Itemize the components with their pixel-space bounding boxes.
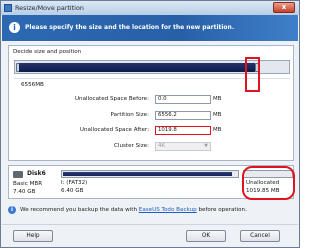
partition-size-input[interactable]: 6556.2 xyxy=(155,111,211,120)
partition-usage-fill xyxy=(63,172,232,176)
row-unallocated-after: Unallocated Space After: 1019.8 MB xyxy=(9,126,295,136)
partition-name: I: (FAT32) xyxy=(61,180,88,186)
unallocated-before-label: Unallocated Space Before: xyxy=(74,96,149,102)
unallocated-after-label: Unallocated Space After: xyxy=(79,127,149,133)
help-button[interactable]: Help xyxy=(13,230,53,242)
chevron-down-icon: ▼ xyxy=(204,143,208,149)
info-circle-icon: i xyxy=(9,22,20,33)
backup-notice: i We recommend you backup the data with … xyxy=(8,206,294,216)
row-unallocated-before: Unallocated Space Before: 0.0 MB xyxy=(9,95,295,105)
instruction-banner: i Please specify the size and the locati… xyxy=(2,15,298,41)
disk-size: 7.40 GB xyxy=(13,189,36,195)
partition-slider-fill xyxy=(19,63,255,72)
partition-size-label: Partition Size: xyxy=(110,112,149,118)
easeus-todo-backup-link[interactable]: EaseUS Todo Backup xyxy=(139,207,197,213)
row-partition-size: Partition Size: 6556.2 MB xyxy=(9,111,295,121)
app-icon xyxy=(4,4,12,12)
close-button[interactable]: x xyxy=(273,2,295,13)
backup-prefix: We recommend you backup the data with xyxy=(20,207,139,213)
disk-type: Basic MBR xyxy=(13,181,43,187)
disk-name: Disk6 xyxy=(27,170,46,177)
cluster-size-select[interactable]: 4K ▼ xyxy=(155,142,211,151)
window-title: Resize/Move partition xyxy=(15,4,84,12)
partition-size: 6.40 GB xyxy=(61,188,84,194)
info-icon: i xyxy=(8,206,16,214)
title-bar: Resize/Move partition x xyxy=(1,1,299,15)
unallocated-after-input[interactable]: 1019.8 xyxy=(155,126,211,135)
group-title: Decide size and position xyxy=(13,49,82,55)
partition-size-unit: MB xyxy=(213,112,222,118)
resize-move-dialog: Resize/Move partition x i Please specify… xyxy=(0,0,300,248)
cluster-size-value: 4K xyxy=(158,143,165,149)
unallocated-after-unit: MB xyxy=(213,127,222,133)
slider-size-label: 6556MB xyxy=(21,82,44,88)
unallocated-before-unit: MB xyxy=(213,96,222,102)
disk-icon xyxy=(13,171,23,178)
row-cluster-size: Cluster Size: 4K ▼ xyxy=(9,142,295,152)
banner-text: Please specify the size and the location… xyxy=(25,24,235,31)
divider xyxy=(2,224,298,225)
unallocated-before-input[interactable]: 0.0 xyxy=(155,95,211,104)
backup-suffix: before operation. xyxy=(196,207,247,213)
cluster-size-label: Cluster Size: xyxy=(114,143,149,149)
partition-bar[interactable] xyxy=(61,170,239,178)
slider-handle-highlight xyxy=(245,57,260,92)
cancel-button[interactable]: Cancel xyxy=(240,230,280,242)
unallocated-highlight xyxy=(242,166,295,200)
backup-text: We recommend you backup the data with Ea… xyxy=(20,207,247,213)
ok-button[interactable]: OK xyxy=(186,230,226,242)
